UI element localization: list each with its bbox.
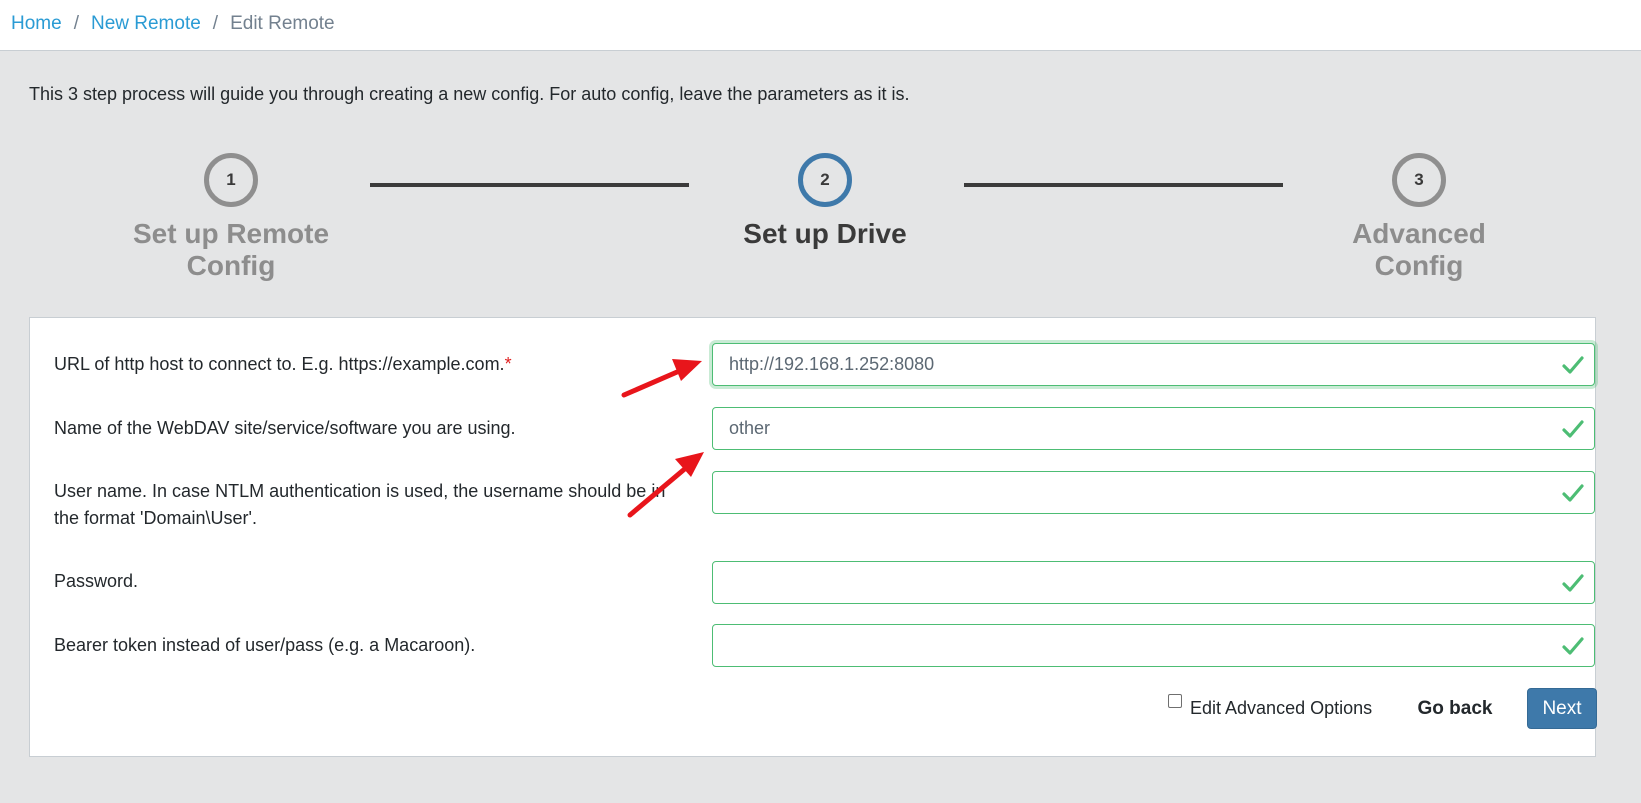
intro-text: This 3 step process will guide you throu… xyxy=(29,84,910,104)
vendor-field[interactable] xyxy=(712,407,1595,450)
step-3-number: 3 xyxy=(1414,170,1424,189)
step-2-number: 2 xyxy=(820,170,830,189)
edit-advanced-label[interactable]: Edit Advanced Options xyxy=(1190,698,1372,719)
step-3-circle: 3 xyxy=(1392,153,1446,207)
url-label-text: URL of http host to connect to. E.g. htt… xyxy=(54,354,505,374)
user-input[interactable] xyxy=(713,472,1553,513)
step-1-circle: 1 xyxy=(204,153,258,207)
step-1-number: 1 xyxy=(226,170,236,189)
vendor-field-label: Name of the WebDAV site/service/software… xyxy=(54,418,516,438)
step-3-label-line2: Config xyxy=(1374,250,1464,281)
step-2-label-line1: Set up Drive xyxy=(743,218,907,249)
url-field[interactable] xyxy=(712,343,1595,386)
required-marker: * xyxy=(504,354,512,374)
breadcrumb-separator: / xyxy=(212,13,219,34)
step-3-label: Advanced Config xyxy=(1289,218,1549,282)
breadcrumb: Home / New Remote / Edit Remote xyxy=(11,13,335,35)
step-3-label-line1: Advanced xyxy=(1352,218,1486,249)
check-icon xyxy=(1562,356,1584,374)
check-icon xyxy=(1562,484,1584,502)
url-field-label: URL of http host to connect to. E.g. htt… xyxy=(54,351,674,378)
step-connector-2 xyxy=(964,183,1283,187)
step-connector-1 xyxy=(370,183,689,187)
breadcrumb-separator: / xyxy=(73,13,79,34)
password-field-label: Password. xyxy=(54,571,139,591)
top-bar: Home / New Remote / Edit Remote xyxy=(0,0,1641,51)
check-icon xyxy=(1562,420,1584,438)
breadcrumb-home[interactable]: Home xyxy=(11,13,62,35)
url-input[interactable] xyxy=(713,344,1553,385)
breadcrumb-new-remote[interactable]: New Remote xyxy=(91,13,201,35)
next-button[interactable]: Next xyxy=(1527,688,1597,729)
password-input[interactable] xyxy=(713,562,1553,603)
go-back-button[interactable]: Go back xyxy=(1400,688,1510,729)
check-icon xyxy=(1562,574,1584,592)
edit-advanced-toggle[interactable]: Edit Advanced Options xyxy=(1168,694,1372,719)
step-2-circle: 2 xyxy=(798,153,852,207)
check-icon xyxy=(1562,637,1584,655)
user-field[interactable] xyxy=(712,471,1595,514)
step-2-label: Set up Drive xyxy=(695,218,955,250)
bearer-token-field-label: Bearer token instead of user/pass (e.g. … xyxy=(54,635,476,655)
breadcrumb-current: Edit Remote xyxy=(230,13,335,34)
step-1-label-line1: Set up Remote xyxy=(132,218,330,249)
bearer-token-input[interactable] xyxy=(713,625,1553,666)
step-1-label: Set up Remote Config xyxy=(101,218,361,282)
edit-advanced-checkbox[interactable] xyxy=(1168,694,1182,708)
user-field-label: User name. In case NTLM authentication i… xyxy=(54,481,666,528)
password-field[interactable] xyxy=(712,561,1595,604)
step-1-label-line2: Config xyxy=(186,250,276,281)
stepper: 1 2 3 Set up Remote Config Set up Drive … xyxy=(0,150,1641,290)
bearer-token-field[interactable] xyxy=(712,624,1595,667)
vendor-input[interactable] xyxy=(713,408,1553,449)
